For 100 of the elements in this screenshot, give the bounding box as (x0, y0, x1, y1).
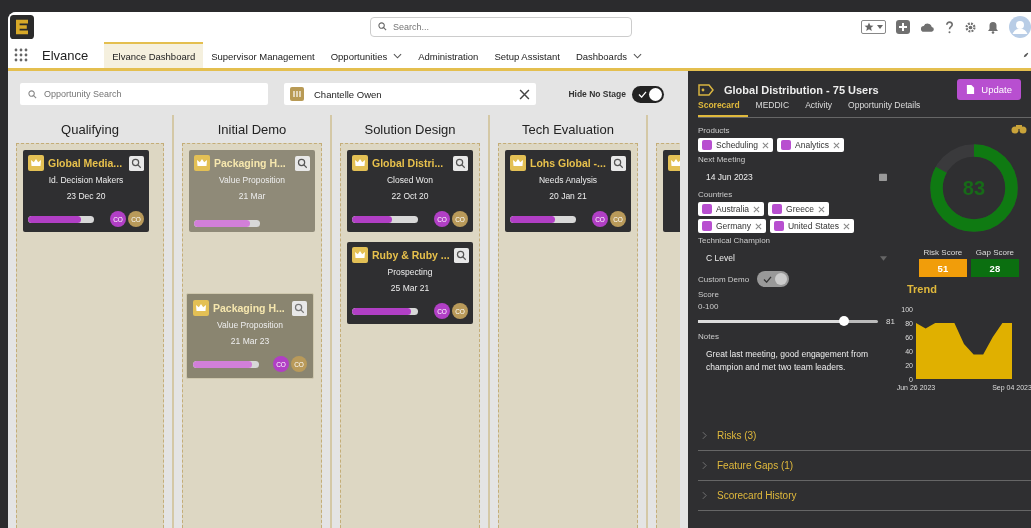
card-title: Global Media... (48, 157, 123, 169)
crown-icon (510, 155, 526, 171)
remove-icon[interactable] (754, 222, 762, 230)
search-icon[interactable] (129, 155, 144, 171)
app-name: Elvance (42, 47, 89, 63)
column-title: Solution Design (364, 121, 456, 137)
calendar-icon (878, 173, 887, 181)
progress-bar (510, 215, 576, 223)
search-icon[interactable] (611, 155, 626, 171)
country-chip[interactable]: United States (769, 219, 854, 233)
card-title: Packaging H... (213, 302, 285, 314)
card-stage: Id. Decision Makers (48, 174, 124, 187)
custom-demo-toggle[interactable] (757, 271, 790, 287)
accordion-section[interactable]: Risks (3) (698, 421, 1031, 451)
column-title: Qualifying (61, 121, 119, 137)
chevron-icon (702, 431, 707, 440)
user-filter-field[interactable]: Chantelle Owen (284, 83, 536, 105)
settings-icon[interactable] (964, 20, 977, 34)
search-field[interactable]: Search... (370, 17, 632, 37)
country-chip[interactable]: Greece (768, 202, 829, 216)
nav-tab[interactable]: Setup Assistant (486, 42, 568, 68)
panel-title: Global Distribution - 75 Users (724, 83, 879, 96)
country-chip[interactable]: Germany (698, 219, 766, 233)
nav-tab[interactable]: Supervisor Management (203, 42, 323, 68)
crown-icon (352, 247, 368, 263)
caret-icon (877, 25, 883, 29)
favorites-button[interactable] (861, 20, 886, 34)
accordion-section[interactable]: Feature Gaps (1) (698, 451, 1031, 481)
logo-icon (10, 15, 34, 39)
panel-tab[interactable]: Activity (797, 97, 841, 117)
trend-title: Trend (906, 283, 937, 295)
panel-tab[interactable]: MEDDIC (747, 97, 798, 117)
card-stage: Prospecting (387, 266, 433, 279)
card-title: Lohs Global -... (530, 157, 606, 169)
product-chip[interactable]: Analytics (777, 138, 845, 152)
update-button[interactable]: Update (957, 79, 1021, 100)
crown-icon (194, 155, 210, 171)
accordion-section[interactable]: Scorecard History (698, 481, 1031, 511)
panel-tab[interactable]: Scorecard (698, 97, 748, 117)
panel-tab[interactable]: Opportunity Details (840, 97, 929, 117)
search-icon[interactable] (295, 155, 310, 171)
remove-icon[interactable] (817, 205, 825, 213)
card-date: 20 Jan 21 (549, 190, 587, 203)
search-icon (378, 21, 387, 31)
chevron-icon (393, 53, 403, 59)
cloud-icon[interactable] (920, 21, 935, 33)
field-label: Technical Champion (698, 236, 772, 245)
risk-score-value: 51 (918, 259, 967, 277)
card-stage: Closed Won (386, 174, 434, 187)
pencil-icon[interactable] (1023, 52, 1029, 58)
card-title: Global Distri... (372, 157, 444, 169)
progress-bar (28, 215, 94, 223)
bell-icon[interactable] (987, 20, 999, 34)
opportunity-search-field[interactable]: Opportunity Search (20, 83, 268, 105)
nav-tab[interactable]: Administration (410, 42, 487, 68)
date-field[interactable]: 14 Jun 2023 (698, 167, 895, 187)
app-launcher-icon[interactable] (14, 48, 28, 62)
champion-dropdown[interactable]: C Level (698, 248, 895, 268)
search-icon[interactable] (453, 155, 468, 171)
score-value: 81 (886, 317, 895, 326)
caret-icon (879, 255, 887, 261)
crown-icon (193, 300, 209, 316)
remove-icon[interactable] (762, 141, 770, 149)
binoculars-icon[interactable] (1010, 124, 1027, 134)
score-range: 0-100 (698, 302, 720, 311)
card-date: 25 Mar 21 (390, 282, 430, 295)
chevron-icon (702, 491, 707, 500)
remove-icon[interactable] (833, 141, 841, 149)
card-stage: Value Proposition (219, 174, 285, 187)
card-date: 22 Oct 20 (391, 190, 429, 203)
search-icon (28, 89, 37, 99)
chevron-icon (702, 461, 707, 470)
progress-bar (193, 360, 259, 368)
user-filter-value: Chantelle Owen (314, 88, 383, 100)
remove-icon[interactable] (843, 222, 850, 230)
progress-bar (194, 220, 260, 227)
nav-tab[interactable]: Dashboards (567, 42, 651, 68)
help-icon[interactable] (945, 20, 954, 34)
field-label: Products (698, 126, 731, 135)
search-icon[interactable] (453, 247, 469, 263)
plus-icon[interactable] (896, 20, 910, 34)
user-badge-icon (290, 87, 304, 101)
hide-no-stage-toggle[interactable] (632, 85, 664, 103)
star-icon (864, 22, 874, 32)
country-chip[interactable]: Australia (698, 202, 765, 216)
field-label: Countries (698, 190, 734, 199)
column-title: Tech Evaluation (522, 121, 614, 137)
product-chip[interactable]: Scheduling (698, 138, 774, 152)
card-title: Packaging H... (214, 157, 286, 169)
card-date: 23 Dec 20 (66, 190, 106, 203)
notes-field[interactable]: Great last meeting, good engagement from champion and met two team leaders. (698, 344, 895, 386)
nav-tab[interactable]: Opportunities (322, 42, 411, 68)
crown-icon (668, 155, 680, 171)
close-icon[interactable] (519, 88, 530, 100)
card-date: 21 Mar 23 (230, 335, 270, 348)
nav-tab[interactable]: Elvance Dashboard (104, 42, 204, 68)
remove-icon[interactable] (753, 205, 761, 213)
check-icon (763, 275, 773, 283)
chevron-icon (633, 53, 643, 59)
progress-bar (352, 307, 418, 315)
